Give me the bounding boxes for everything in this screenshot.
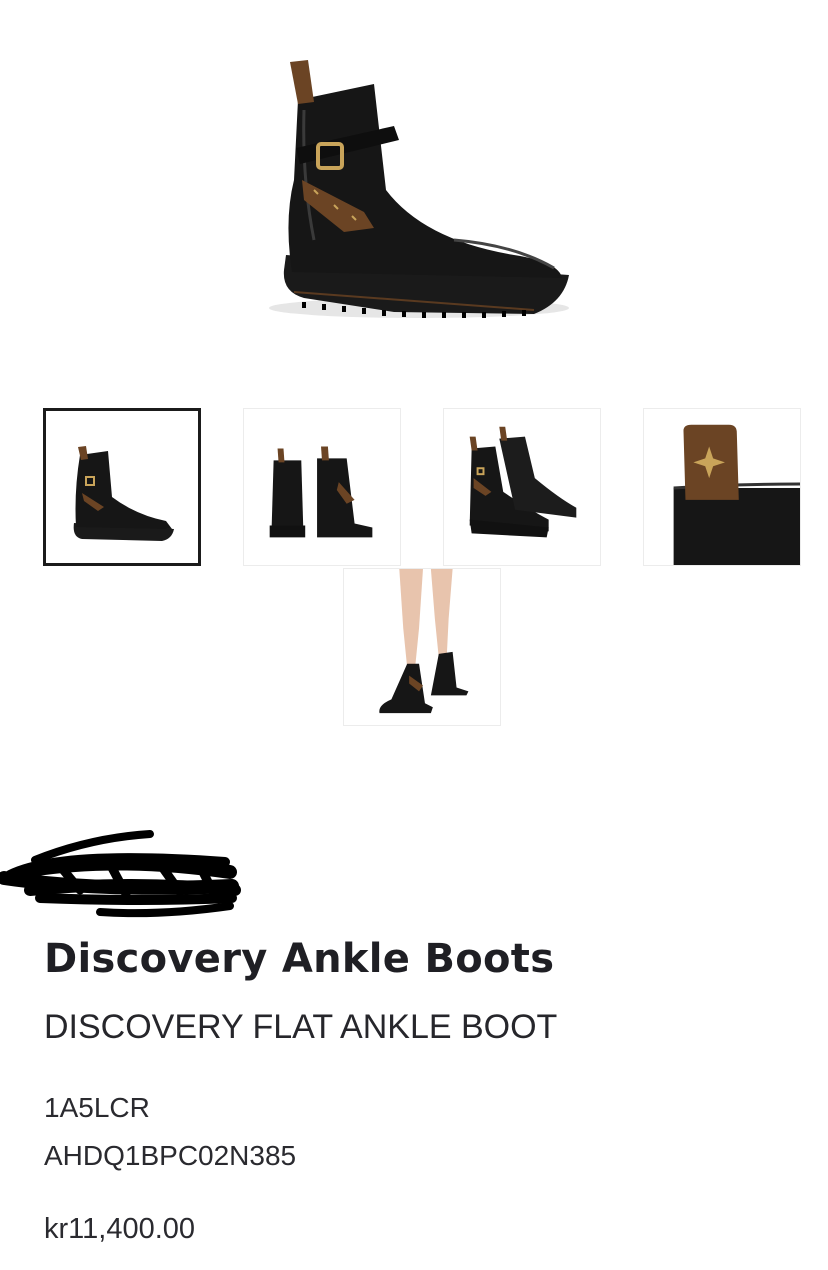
- redaction-scribble: [0, 830, 241, 918]
- boot-pair-back-image: [269, 446, 373, 538]
- thumbnail-three-quarter-view[interactable]: [443, 408, 601, 566]
- product-subtitle: DISCOVERY FLAT ANKLE BOOT: [44, 1008, 558, 1046]
- boot-side-image: [73, 446, 174, 541]
- thumbnail-side-view[interactable]: [43, 408, 201, 566]
- boot-pair-angle-image: [469, 426, 577, 538]
- thumbnail-back-view[interactable]: [243, 408, 401, 566]
- thumbnail-pull-tab-detail[interactable]: [643, 408, 801, 566]
- main-product-image[interactable]: [214, 40, 614, 360]
- monogram-tab-detail-image: [673, 424, 800, 565]
- product-variant-code: AHDQ1BPC02N385: [44, 1140, 297, 1171]
- product-title: Discovery Ankle Boots: [44, 936, 555, 982]
- boot-side-image: [269, 60, 569, 318]
- product-price: kr11,400.00: [44, 1213, 196, 1245]
- boots-on-model-image: [379, 569, 469, 714]
- product-sku: 1A5LCR: [44, 1092, 150, 1123]
- thumbnail-worn-view[interactable]: [343, 568, 501, 726]
